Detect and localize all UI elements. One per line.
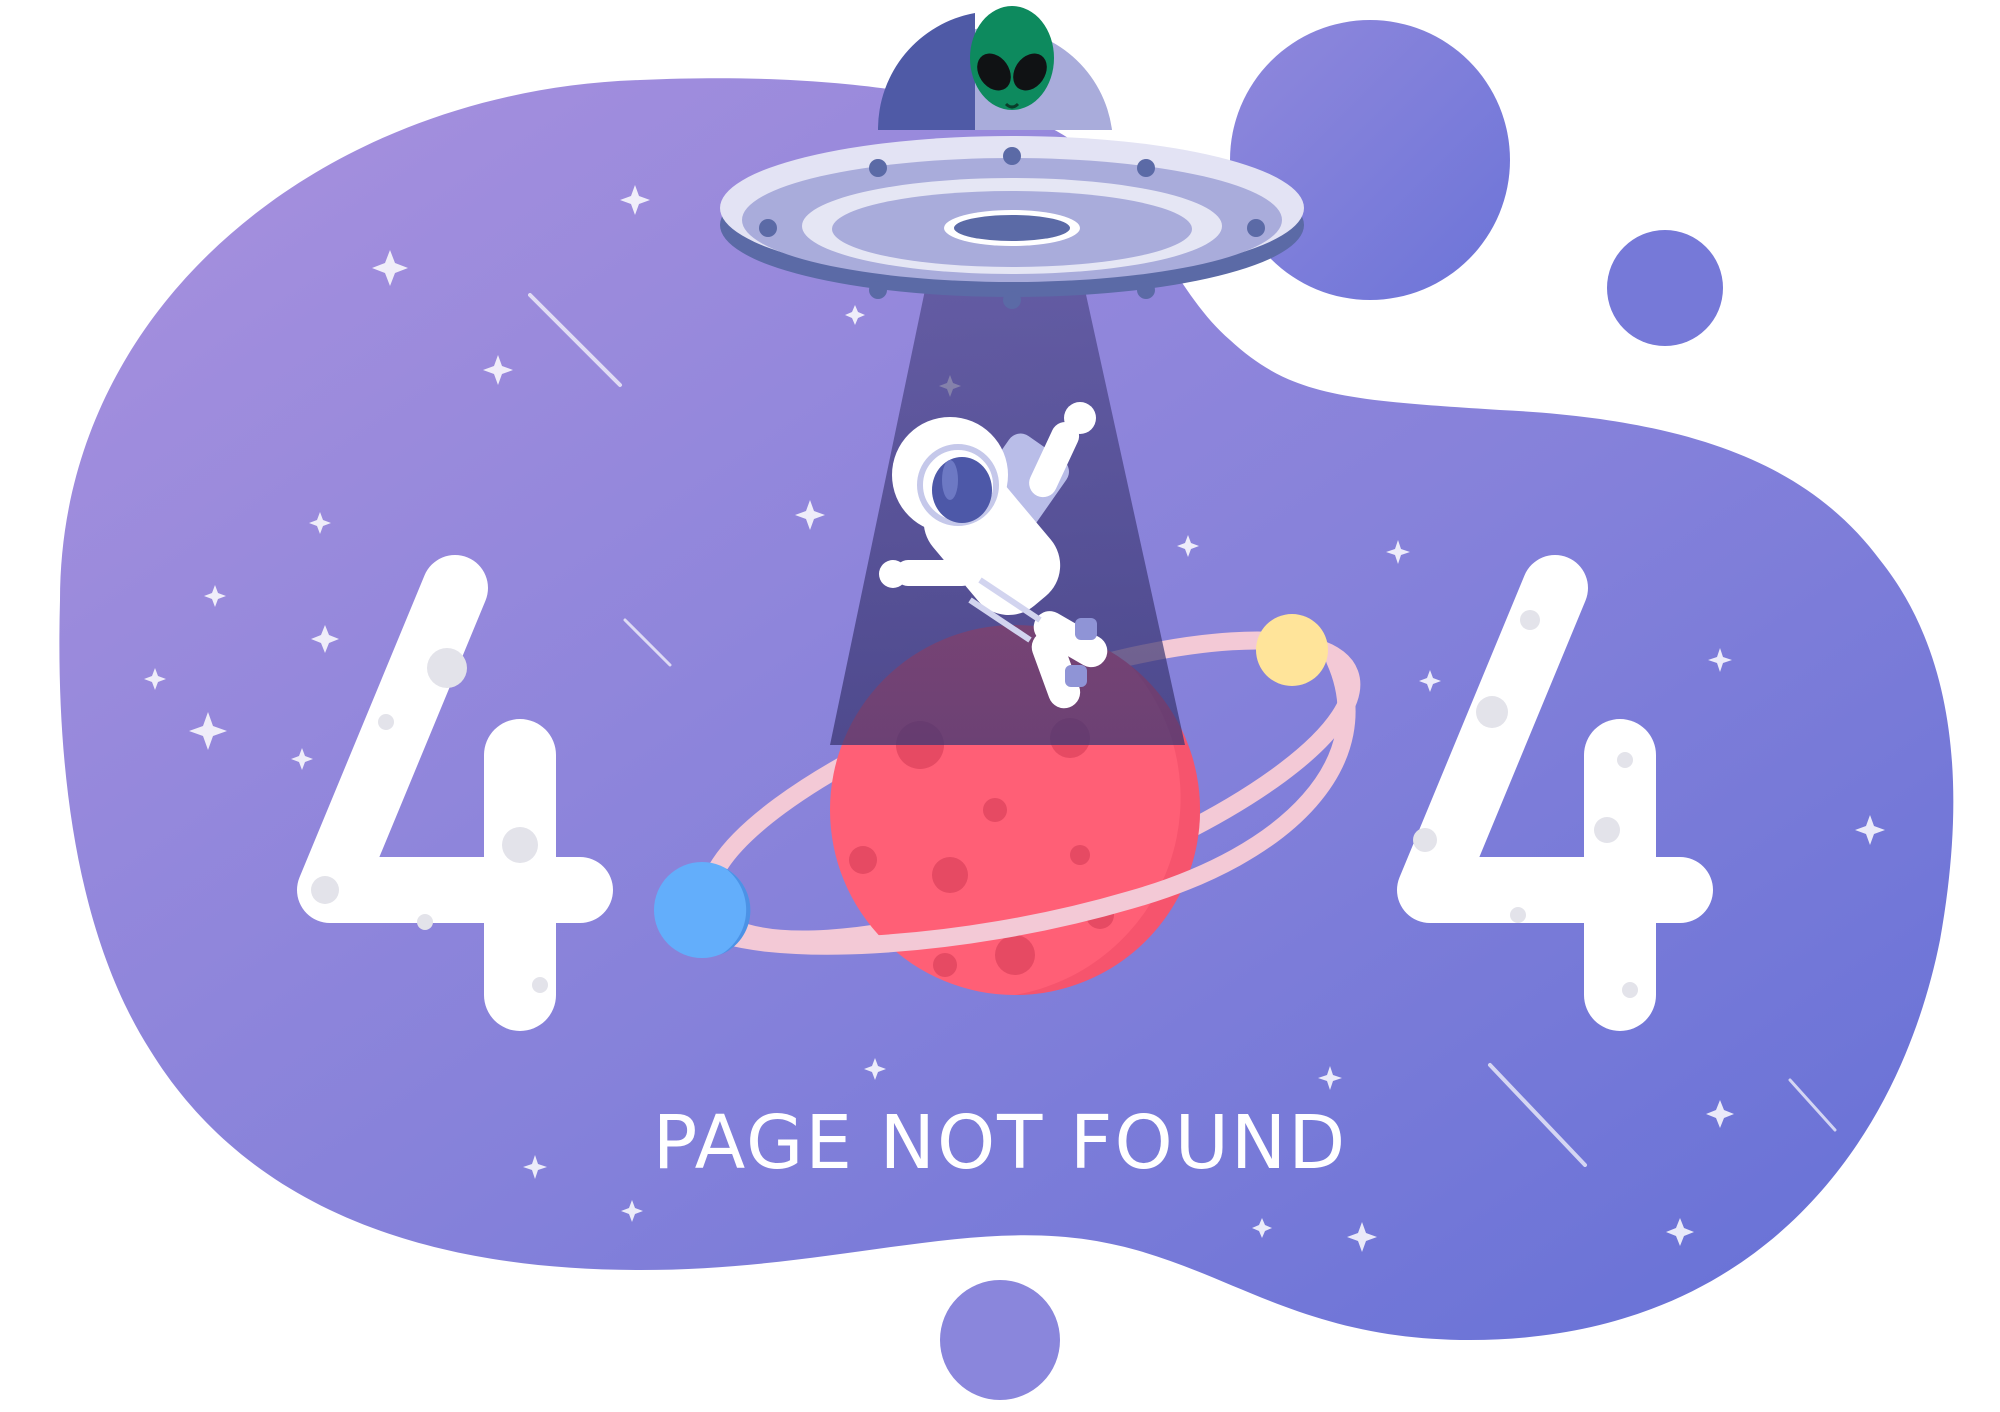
decor-circle-bottom <box>940 1280 1060 1400</box>
page-not-found-illustration: PAGE NOT FOUND <box>59 6 1954 1400</box>
decor-circle-top <box>1230 20 1510 300</box>
page-not-found-caption: PAGE NOT FOUND <box>653 1100 1347 1186</box>
yellow-moon <box>1256 614 1328 686</box>
decor-circle-right <box>1607 230 1723 346</box>
ufo <box>720 6 1304 309</box>
alien-icon <box>970 6 1054 110</box>
